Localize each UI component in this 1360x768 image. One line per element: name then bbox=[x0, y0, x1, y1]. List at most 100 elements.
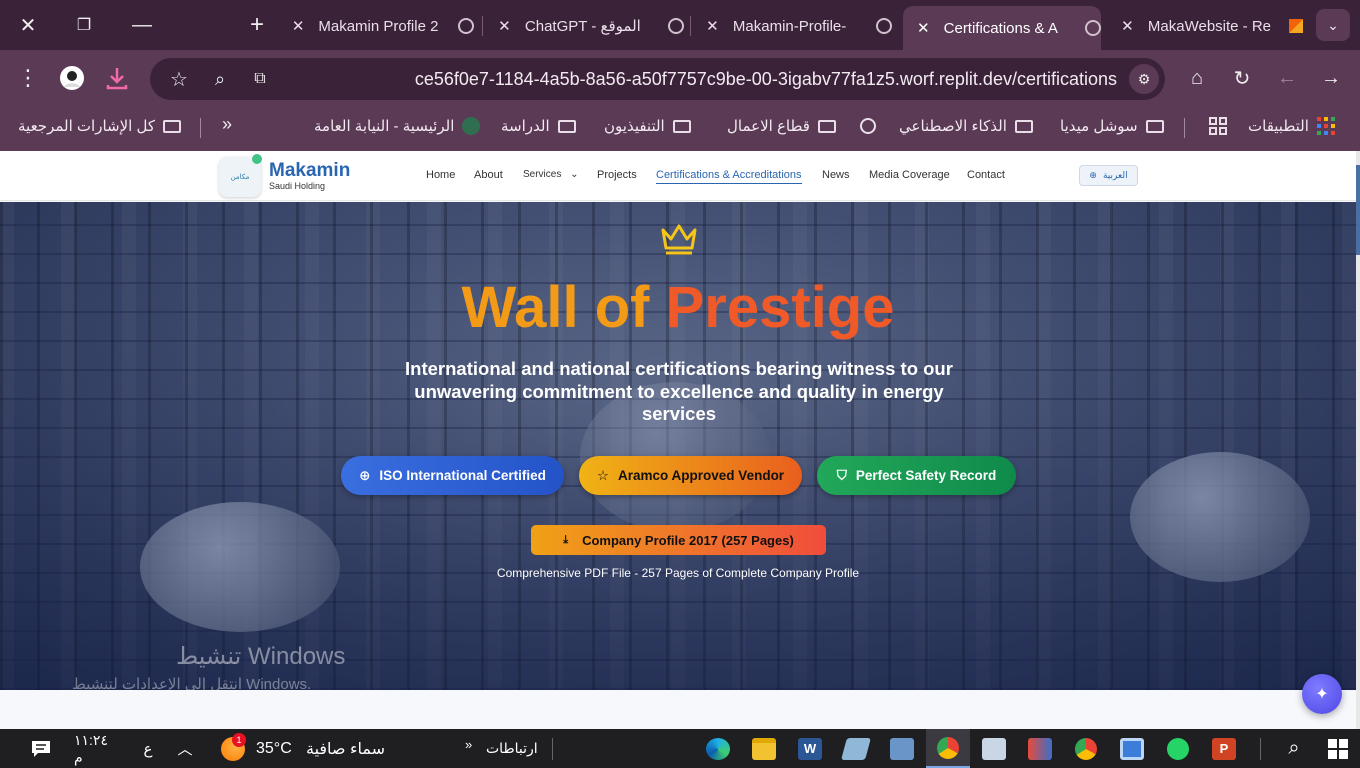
nav-certifications[interactable]: Certifications & Accreditations bbox=[656, 169, 802, 184]
tab-makamin-profile-2[interactable]: ✕ Makamin-Profile- bbox=[702, 8, 892, 44]
nav-media-coverage[interactable]: Media Coverage bbox=[869, 169, 950, 181]
folder-icon bbox=[163, 119, 181, 133]
bookmark-executives[interactable]: التنفيذيون bbox=[604, 117, 691, 135]
scrollbar-thumb[interactable] bbox=[1356, 165, 1360, 255]
back-icon[interactable]: ← bbox=[1272, 63, 1302, 93]
tab-makawebsite[interactable]: ✕ MakaWebsite - Re bbox=[1117, 8, 1303, 44]
tab-certifications[interactable]: ✕ Certifications & A bbox=[903, 6, 1101, 50]
nav-services[interactable]: Services ⌄ bbox=[523, 169, 579, 180]
iso-certified-badge[interactable]: ⊕ ISO International Certified bbox=[341, 456, 564, 495]
notifications-icon[interactable] bbox=[28, 735, 54, 762]
language-toggle[interactable]: ⊕ العربية bbox=[1079, 165, 1138, 186]
translate-icon[interactable]: ⧉ bbox=[245, 64, 275, 94]
close-tab-icon[interactable]: ✕ bbox=[702, 17, 723, 35]
zoom-search-icon[interactable]: ⌕ bbox=[205, 64, 235, 94]
word-icon[interactable]: W bbox=[798, 735, 822, 762]
crown-icon bbox=[661, 224, 697, 255]
bookmark-social[interactable]: سوشل ميديا bbox=[1060, 117, 1164, 135]
omnibox[interactable]: ☆ ⌕ ⧉ ce56f0e7-1184-4a5b-8a56-a50f7757c9… bbox=[150, 58, 1165, 100]
file-explorer-icon[interactable] bbox=[752, 735, 776, 762]
status-dot bbox=[252, 154, 262, 164]
more-bookmarks-chevron[interactable]: » bbox=[222, 114, 232, 135]
grid-icon[interactable] bbox=[1209, 117, 1227, 135]
links-toolbar[interactable]: ارتباطات bbox=[486, 735, 538, 762]
bookmark-business[interactable]: قطاع الاعمال bbox=[727, 117, 876, 135]
reload-icon[interactable]: ↻ bbox=[1227, 63, 1257, 93]
links-chevron[interactable]: » bbox=[465, 731, 472, 758]
app-icon[interactable] bbox=[982, 735, 1006, 762]
powerpoint-icon[interactable]: P bbox=[1212, 735, 1236, 762]
globe-icon bbox=[859, 118, 876, 134]
download-icon[interactable] bbox=[102, 63, 132, 93]
chatgpt-icon bbox=[668, 18, 684, 34]
tab-makamin-profile[interactable]: ✕ Makamin Profile 2 bbox=[288, 8, 474, 44]
brand-subtitle: Saudi Holding bbox=[269, 181, 326, 191]
minimize-window-icon[interactable]: — bbox=[122, 0, 162, 50]
chrome-icon[interactable] bbox=[1074, 735, 1098, 762]
close-tab-icon[interactable]: ✕ bbox=[288, 17, 308, 35]
folder-icon bbox=[672, 119, 691, 133]
folder-icon bbox=[1014, 119, 1033, 133]
folder-icon bbox=[557, 119, 576, 133]
aramco-vendor-badge[interactable]: ☆ Aramco Approved Vendor bbox=[579, 456, 802, 495]
nav-contact[interactable]: Contact bbox=[967, 169, 1005, 181]
search-icon[interactable]: ⌕ bbox=[1282, 735, 1306, 762]
download-profile-button[interactable]: ⤓ Company Profile 2017 (257 Pages) bbox=[531, 525, 826, 555]
chrome-active-icon[interactable] bbox=[926, 729, 970, 768]
all-bookmarks[interactable]: كل الإشارات المرجعية bbox=[18, 117, 181, 135]
windows-taskbar: ١١:٢٤ م ع ︿ 1 35°C سماء صافية » ارتباطات… bbox=[0, 729, 1360, 768]
safety-record-badge[interactable]: ⛉ Perfect Safety Record bbox=[817, 456, 1016, 495]
bookmark-study[interactable]: الدراسة bbox=[501, 117, 576, 135]
nav-home[interactable]: Home bbox=[426, 169, 455, 181]
edge-icon[interactable] bbox=[706, 735, 730, 762]
close-tab-icon[interactable]: ✕ bbox=[494, 17, 515, 35]
folder-icon bbox=[1145, 119, 1164, 133]
bookmarks-bar: كل الإشارات المرجعية » الرئيسية - النياب… bbox=[0, 106, 1360, 151]
new-tab-icon[interactable]: + bbox=[237, 0, 277, 50]
restore-window-icon[interactable]: ❐ bbox=[64, 0, 104, 50]
temperature[interactable]: 35°C bbox=[256, 735, 292, 762]
nav-news[interactable]: News bbox=[822, 169, 850, 181]
nav-projects[interactable]: Projects bbox=[597, 169, 637, 181]
bookmark-niyaba[interactable]: الرئيسية - النيابة العامة bbox=[314, 117, 481, 135]
home-icon[interactable]: ⌂ bbox=[1182, 63, 1212, 93]
clock[interactable]: ١١:٢٤ م bbox=[74, 732, 118, 765]
app-icon[interactable] bbox=[841, 735, 871, 762]
weather-icon[interactable]: 1 bbox=[218, 733, 248, 762]
assistant-bubble-icon[interactable]: ✦ bbox=[1302, 674, 1342, 714]
input-language[interactable]: ع bbox=[140, 735, 156, 762]
bookmark-ai[interactable]: الذكاء الاصطناعي bbox=[899, 117, 1033, 135]
bookmark-apps[interactable]: التطبيقات bbox=[1248, 117, 1335, 135]
nav-about[interactable]: About bbox=[474, 169, 503, 181]
app-icon[interactable] bbox=[1028, 735, 1052, 762]
close-window-icon[interactable]: ✕ bbox=[8, 0, 48, 50]
menu-dots-icon[interactable]: ⋮ bbox=[13, 63, 43, 93]
close-tab-icon[interactable]: ✕ bbox=[913, 19, 934, 37]
weather-text[interactable]: سماء صافية bbox=[306, 735, 385, 762]
windows-start-icon[interactable] bbox=[1326, 735, 1350, 762]
profile-avatar-icon[interactable] bbox=[57, 63, 87, 93]
browser-tab-bar: ✕ ❐ — + ✕ Makamin Profile 2 ✕ ChatGPT - ال… bbox=[0, 0, 1360, 50]
emblem-icon bbox=[462, 117, 481, 135]
app-icon[interactable] bbox=[1120, 735, 1144, 762]
tray-overflow-icon[interactable]: ︿ bbox=[174, 735, 196, 762]
tab-search-chevron-icon[interactable]: ⌄ bbox=[1316, 9, 1350, 41]
globe-icon: ⊕ bbox=[359, 467, 371, 483]
windows-activation-hint: انتقل إلى الإعدادات لتنشيط Windows. bbox=[72, 676, 312, 690]
brand-name[interactable]: Makamin bbox=[269, 160, 350, 182]
bookmark-star-icon[interactable]: ☆ bbox=[164, 64, 194, 94]
tab-chatgpt[interactable]: ✕ ChatGPT - الموقع bbox=[494, 8, 684, 44]
download-note: Comprehensive PDF File - 257 Pages of Co… bbox=[496, 566, 860, 580]
globe-icon bbox=[458, 18, 474, 34]
app-icon[interactable] bbox=[890, 735, 914, 762]
site-settings-icon[interactable]: ⚙ bbox=[1129, 64, 1159, 94]
forward-icon[interactable]: → bbox=[1316, 63, 1346, 93]
url-text[interactable]: ce56f0e7-1184-4a5b-8a56-a50f7757c9be-00-… bbox=[415, 69, 1117, 90]
close-tab-icon[interactable]: ✕ bbox=[1117, 17, 1138, 35]
chevron-down-icon: ⌄ bbox=[570, 169, 579, 180]
replit-icon bbox=[1289, 19, 1303, 33]
page-scrollbar[interactable] bbox=[1356, 151, 1360, 729]
whatsapp-icon[interactable] bbox=[1166, 735, 1190, 762]
globe-icon bbox=[876, 18, 892, 34]
windows-activation-title: تنشيط Windows bbox=[176, 643, 346, 670]
